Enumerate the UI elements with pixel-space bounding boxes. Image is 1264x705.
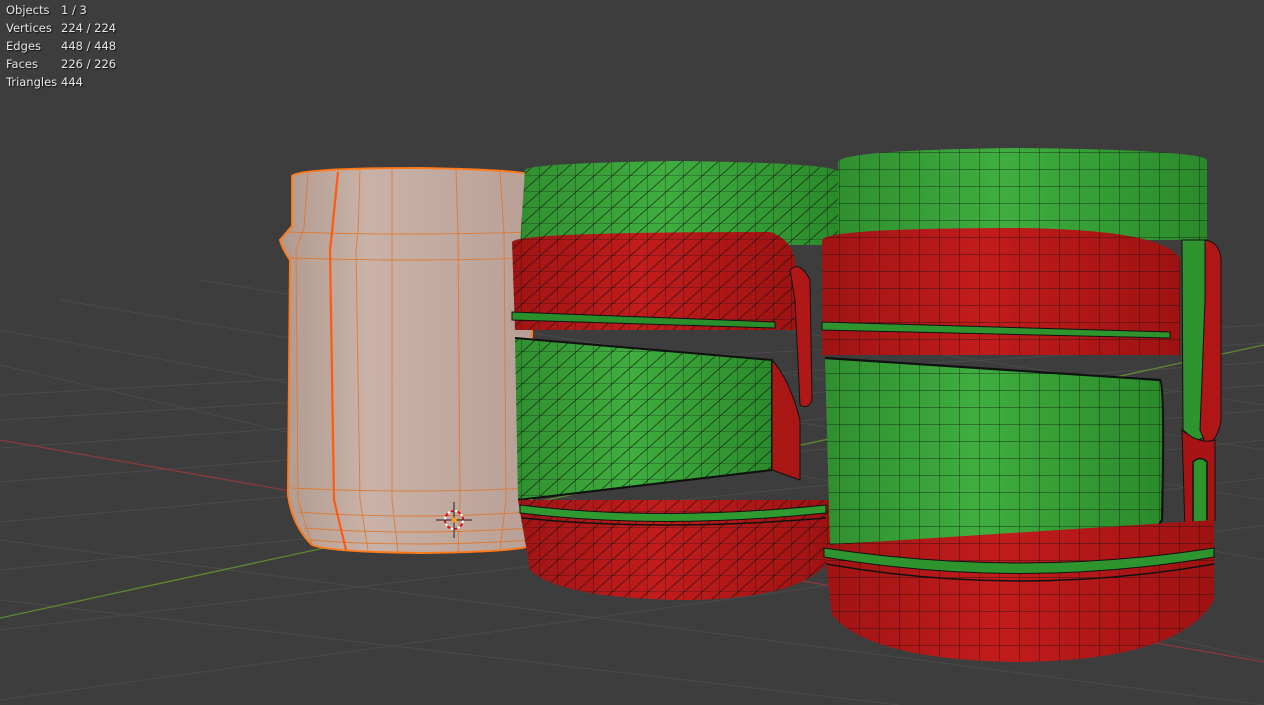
- scene-statistics-overlay: Objects 1 / 3 Vertices 224 / 224 Edges 4…: [6, 1, 116, 91]
- stat-value: 1 / 3: [61, 3, 87, 17]
- stat-value: 224 / 224: [61, 21, 117, 35]
- stat-label: Objects: [6, 3, 50, 17]
- stat-label: Triangles: [6, 75, 58, 89]
- 3d-viewport[interactable]: Objects 1 / 3 Vertices 224 / 224 Edges 4…: [0, 0, 1264, 705]
- stat-row-objects: Objects 1 / 3: [6, 1, 116, 19]
- right-cup-mesh[interactable]: [815, 140, 1222, 670]
- viewport-scene: [0, 140, 1264, 705]
- stat-row-edges: Edges 448 / 448: [6, 37, 116, 55]
- stat-label: Edges: [6, 39, 41, 53]
- stat-label: Vertices: [6, 21, 52, 35]
- stat-row-vertices: Vertices 224 / 224: [6, 19, 116, 37]
- middle-cup-mesh[interactable]: [505, 155, 850, 605]
- stat-value: 448 / 448: [61, 39, 117, 53]
- stat-row-faces: Faces 226 / 226: [6, 55, 116, 73]
- stat-row-triangles: Triangles 444: [6, 73, 116, 91]
- stat-value: 226 / 226: [61, 57, 117, 71]
- stat-value: 444: [61, 75, 83, 89]
- stat-label: Faces: [6, 57, 38, 71]
- selected-cup-mesh[interactable]: [278, 166, 533, 555]
